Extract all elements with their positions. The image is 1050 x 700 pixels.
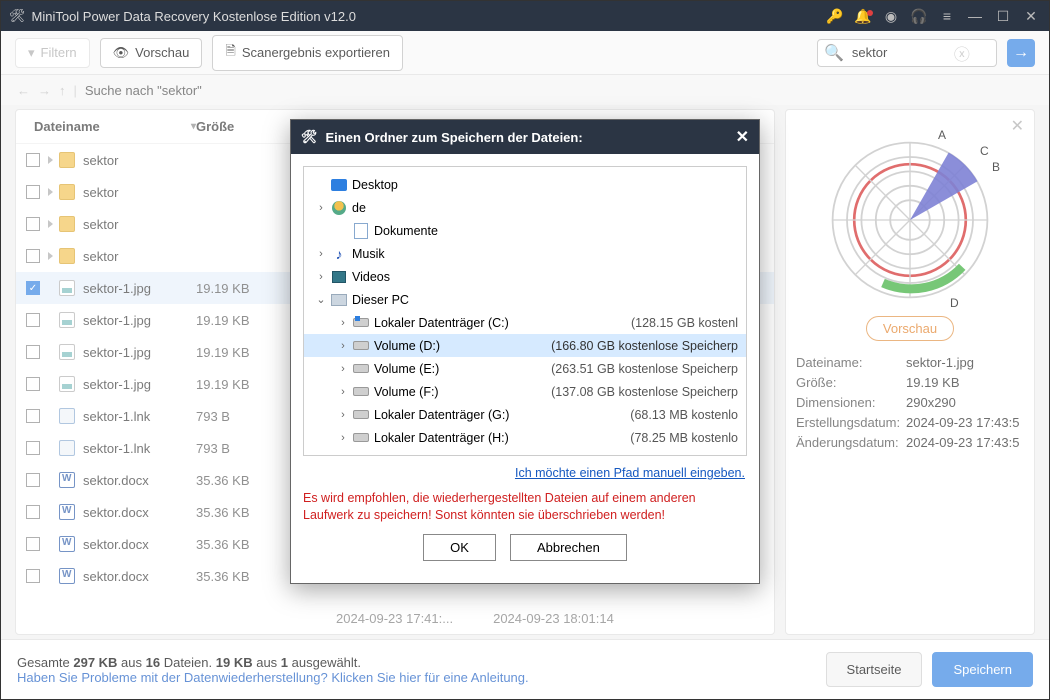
drive-icon	[352, 407, 370, 423]
tree-label: Lokaler Datenträger (H:)	[374, 431, 630, 445]
tree-twisty-icon[interactable]: ›	[334, 317, 352, 329]
tree-twisty-icon[interactable]: ›	[334, 409, 352, 421]
cancel-button[interactable]: Abbrechen	[510, 534, 627, 561]
tree-node[interactable]: ⌄ Dieser PC	[304, 288, 746, 311]
tree-label: de	[352, 201, 738, 215]
drive-icon	[352, 430, 370, 446]
tree-free-space: (78.25 MB kostenlo	[630, 431, 738, 445]
tree-label: Dokumente	[374, 224, 738, 238]
drive-icon	[352, 338, 370, 354]
menu-icon[interactable]: ≡	[933, 8, 961, 24]
dialog-icon: 🛠	[301, 129, 318, 145]
tree-node[interactable]: › Lokaler Datenträger (C:)(128.15 GB kost…	[304, 311, 746, 334]
tree-node[interactable]: › Volume (E:)(263.51 GB kostenlose Speich…	[304, 357, 746, 380]
tree-twisty-icon[interactable]: ›	[334, 386, 352, 398]
tree-node[interactable]: Desktop	[304, 173, 746, 196]
video-icon	[330, 269, 348, 285]
tree-label: Volume (E:)	[374, 362, 551, 376]
tree-node[interactable]: › Lokaler Datenträger (G:)(68.13 MB koste…	[304, 403, 746, 426]
tree-twisty-icon[interactable]: ›	[312, 202, 330, 214]
desktop-icon	[330, 177, 348, 193]
tree-label: Volume (F:)	[374, 385, 551, 399]
app-icon: 🛠	[9, 8, 26, 24]
tree-twisty-icon[interactable]: ⌄	[312, 293, 330, 306]
tree-label: Musik	[352, 247, 738, 261]
tree-free-space: (137.08 GB kostenlose Speicherp	[551, 385, 738, 399]
pc-icon	[330, 292, 348, 308]
tree-label: Desktop	[352, 178, 738, 192]
drive-icon	[352, 384, 370, 400]
tree-node[interactable]: › Volume (D:)(166.80 GB kostenlose Speich…	[304, 334, 746, 357]
warning-text: Es wird empfohlen, die wiederhergestellt…	[303, 490, 747, 524]
dialog-title: Einen Ordner zum Speichern der Dateien:	[326, 130, 736, 145]
tree-node[interactable]: Dokumente	[304, 219, 746, 242]
titlebar: 🛠 MiniTool Power Data Recovery Kostenlos…	[1, 1, 1049, 31]
tree-node[interactable]: ›♪ Musik	[304, 242, 746, 265]
tree-label: Lokaler Datenträger (C:)	[374, 316, 631, 330]
tree-label: Videos	[352, 270, 738, 284]
tree-free-space: (68.13 MB kostenlo	[630, 408, 738, 422]
doc-icon	[352, 223, 370, 239]
tree-node[interactable]: › Videos	[304, 265, 746, 288]
close-button[interactable]: ✕	[1017, 8, 1045, 25]
dialog-close-icon[interactable]: ✕	[736, 127, 749, 147]
bell-icon[interactable]: 🔔	[849, 8, 877, 25]
folder-tree[interactable]: Desktop›deDokumente›♪Musik›Videos⌄Dieser…	[303, 166, 747, 456]
tree-twisty-icon[interactable]: ›	[334, 432, 352, 444]
key-icon[interactable]: 🔑	[821, 8, 849, 25]
tree-label: Dieser PC	[352, 293, 738, 307]
minimize-button[interactable]: —	[961, 8, 989, 24]
tree-label: Volume (D:)	[374, 339, 551, 353]
drive-icon	[352, 361, 370, 377]
tree-node[interactable]: › de	[304, 196, 746, 219]
music-icon: ♪	[330, 246, 348, 262]
maximize-button[interactable]: ☐	[989, 8, 1017, 25]
disc-icon[interactable]: ◉	[877, 8, 905, 25]
tree-label: Lokaler Datenträger (G:)	[374, 408, 630, 422]
tree-twisty-icon[interactable]: ›	[312, 248, 330, 260]
user-icon	[330, 200, 348, 216]
tree-free-space: (128.15 GB kostenl	[631, 316, 738, 330]
tree-free-space: (166.80 GB kostenlose Speicherp	[551, 339, 738, 353]
save-folder-dialog: 🛠 Einen Ordner zum Speichern der Dateien…	[290, 119, 760, 584]
headset-icon[interactable]: 🎧	[905, 8, 933, 25]
ok-button[interactable]: OK	[423, 534, 496, 561]
windrive-icon	[352, 315, 370, 331]
tree-twisty-icon[interactable]: ›	[334, 363, 352, 375]
tree-twisty-icon[interactable]: ›	[312, 271, 330, 283]
manual-path-link[interactable]: Ich möchte einen Pfad manuell eingeben.	[515, 466, 745, 480]
tree-twisty-icon[interactable]: ›	[334, 340, 352, 352]
app-title: MiniTool Power Data Recovery Kostenlose …	[32, 9, 821, 24]
tree-node[interactable]: › Volume (F:)(137.08 GB kostenlose Speich…	[304, 380, 746, 403]
tree-node[interactable]: › Lokaler Datenträger (H:)(78.25 MB koste…	[304, 426, 746, 449]
tree-free-space: (263.51 GB kostenlose Speicherp	[551, 362, 738, 376]
